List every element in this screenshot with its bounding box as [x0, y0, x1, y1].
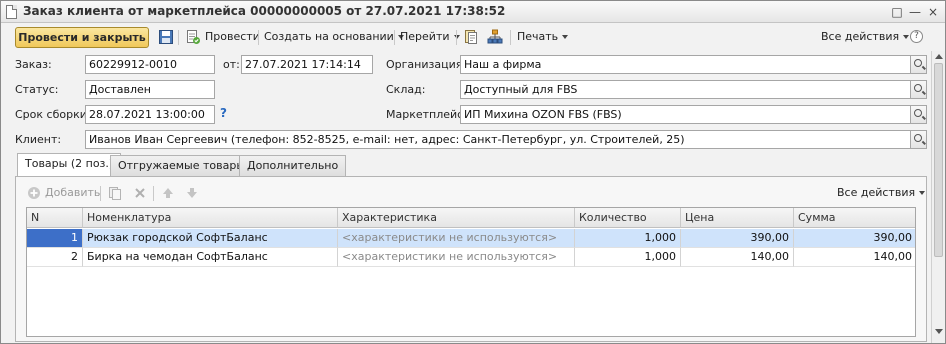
tab-goods[interactable]: Товары (2 поз.): [17, 153, 122, 177]
order-number-label: Заказ:: [15, 58, 52, 71]
organization-select-button[interactable]: [911, 55, 927, 74]
toolbar-separator: [394, 30, 395, 45]
cell-price[interactable]: 390,00: [681, 229, 794, 248]
move-down-icon[interactable]: [185, 186, 199, 200]
create-based-on-menu[interactable]: Создать на основании: [264, 30, 404, 43]
marketplace-select-button[interactable]: [911, 105, 927, 124]
all-actions-label: Все действия: [821, 30, 900, 43]
post-and-close-button[interactable]: Провести и закрыть: [15, 27, 149, 48]
print-label: Печать: [517, 30, 559, 43]
toolbar-separator: [456, 30, 457, 45]
warehouse-field[interactable]: Доступный для FBS: [460, 80, 911, 99]
status-field[interactable]: Доставлен: [85, 80, 215, 99]
cell-item[interactable]: Бирка на чемодан СофтБаланс: [83, 248, 338, 267]
copy-icon[interactable]: [108, 186, 122, 200]
column-header-price[interactable]: Цена: [681, 208, 794, 228]
cell-characteristic[interactable]: <характеристики не используются>: [338, 248, 575, 267]
client-field[interactable]: Иванов Иван Сергеевич (телефон: 852-8525…: [85, 130, 911, 149]
cell-sum[interactable]: 140,00: [794, 248, 915, 267]
toolbar-separator: [510, 30, 511, 45]
order-date-field[interactable]: 27.07.2021 17:14:14: [241, 55, 373, 74]
assembly-deadline-label: Срок сборки:: [15, 108, 91, 121]
tab-additional[interactable]: Дополнительно: [239, 155, 347, 176]
order-date-label: от:: [223, 58, 240, 71]
structure-tree-icon[interactable]: [487, 29, 503, 45]
scrollbar-thumb[interactable]: [934, 63, 943, 257]
cell-sum[interactable]: 390,00: [794, 229, 915, 248]
add-row-button[interactable]: Добавить: [45, 186, 100, 199]
column-header-sum[interactable]: Сумма: [794, 208, 915, 228]
search-icon: [914, 84, 922, 92]
marketplace-label: Маркетплейс:: [386, 108, 467, 121]
client-select-button[interactable]: [911, 130, 927, 149]
client-label: Клиент:: [15, 133, 62, 146]
save-icon[interactable]: [158, 29, 174, 45]
goods-all-actions-menu[interactable]: Все действия: [837, 186, 926, 199]
column-header-quantity[interactable]: Количество: [575, 208, 681, 228]
help-icon[interactable]: ?: [910, 30, 923, 43]
form-toolbar: Провести и закрыть Провести Создать на о…: [1, 24, 945, 51]
minimize-button[interactable]: —: [907, 4, 923, 20]
goods-table: N Номенклатура Характеристика Количество…: [26, 207, 916, 337]
chevron-down-icon: [919, 191, 926, 195]
scroll-up-icon[interactable]: [935, 54, 943, 59]
search-icon: [914, 59, 922, 67]
toolbar-separator: [258, 30, 259, 45]
scroll-down-icon[interactable]: [935, 329, 943, 334]
assembly-deadline-field[interactable]: 28.07.2021 13:00:00: [85, 105, 215, 124]
status-label: Статус:: [15, 83, 59, 96]
warehouse-label: Склад:: [386, 83, 426, 96]
cell-n[interactable]: 1: [27, 229, 83, 248]
cell-quantity[interactable]: 1,000: [575, 248, 681, 267]
delete-icon[interactable]: [134, 187, 146, 199]
cell-price[interactable]: 140,00: [681, 248, 794, 267]
cell-n[interactable]: 2: [27, 248, 83, 267]
document-journal-icon[interactable]: [463, 29, 479, 45]
cell-item[interactable]: Рюкзак городской СофтБаланс: [83, 229, 338, 248]
title-bar: Заказ клиента от маркетплейса 0000000000…: [1, 1, 945, 23]
post-document-icon: [187, 30, 200, 44]
chevron-down-icon: [562, 35, 569, 39]
all-actions-menu[interactable]: Все действия: [821, 30, 910, 43]
vertical-scrollbar[interactable]: [931, 51, 945, 343]
chevron-down-icon: [903, 35, 910, 39]
column-header-n[interactable]: N: [27, 208, 83, 228]
column-header-item[interactable]: Номенклатура: [83, 208, 338, 228]
toolbar-separator: [178, 30, 179, 45]
post-button[interactable]: Провести: [205, 30, 260, 43]
order-window: Заказ клиента от маркетплейса 0000000000…: [0, 0, 946, 344]
organization-label: Организация:: [386, 58, 467, 71]
window-title: Заказ клиента от маркетплейса 0000000000…: [23, 4, 506, 18]
add-icon: [28, 187, 40, 199]
organization-field[interactable]: Наш а фирма: [460, 55, 911, 74]
go-to-menu[interactable]: Перейти: [400, 30, 460, 43]
search-icon: [914, 134, 922, 142]
tab-shipped-goods[interactable]: Отгружаемые товары: [110, 155, 254, 176]
restore-button[interactable]: □: [889, 4, 905, 20]
print-menu[interactable]: Печать: [517, 30, 569, 43]
cell-quantity[interactable]: 1,000: [575, 229, 681, 248]
cell-characteristic[interactable]: <характеристики не используются>: [338, 229, 575, 248]
toolbar-separator: [153, 186, 154, 201]
column-header-characteristic[interactable]: Характеристика: [338, 208, 575, 228]
close-button[interactable]: ×: [925, 4, 941, 20]
warehouse-select-button[interactable]: [911, 80, 927, 99]
order-number-field[interactable]: 60229912-0010: [85, 55, 215, 74]
marketplace-field[interactable]: ИП Михина OZON FBS (FBS): [460, 105, 911, 124]
goods-all-actions-label: Все действия: [837, 186, 916, 199]
goods-tab-panel: Добавить Все действия N Номенклатура Хар…: [15, 176, 927, 342]
toolbar-separator: [100, 186, 101, 201]
move-up-icon[interactable]: [161, 186, 175, 200]
assembly-help-icon[interactable]: ?: [220, 106, 227, 120]
search-icon: [914, 109, 922, 117]
create-based-on-label: Создать на основании: [264, 30, 394, 43]
document-icon: [6, 5, 17, 19]
go-to-label: Перейти: [400, 30, 450, 43]
